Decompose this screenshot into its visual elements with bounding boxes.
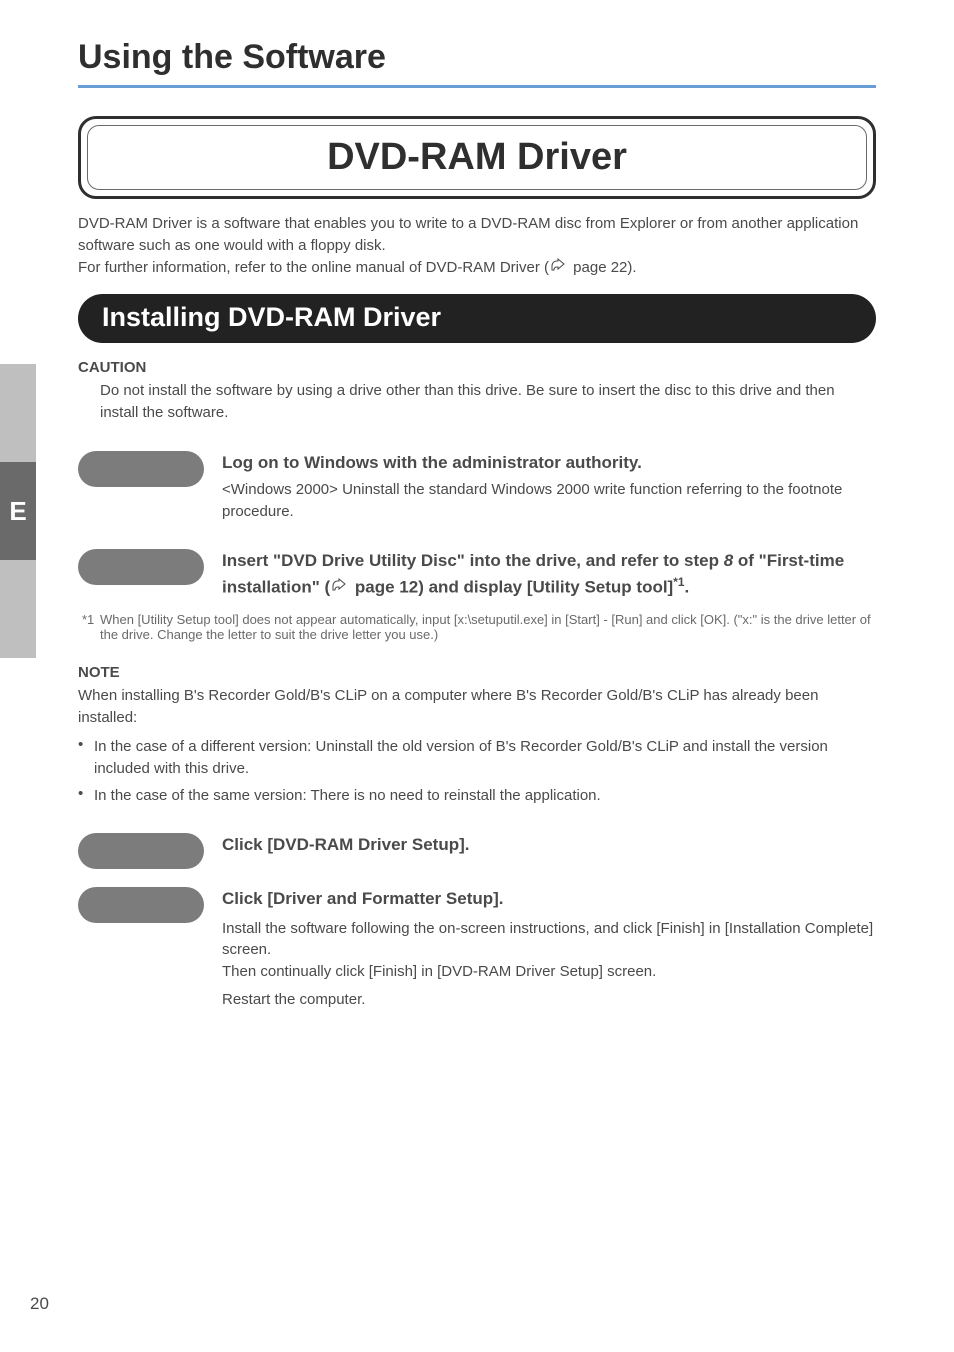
side-tab-e-label: E <box>9 496 26 527</box>
step-2-a: Insert "DVD Drive Utility Disc" into the… <box>222 551 724 570</box>
intro-part1: DVD-RAM Driver is a software that enable… <box>78 215 468 232</box>
step-2-b: 8 <box>724 551 733 570</box>
side-tab-lower <box>0 560 36 658</box>
step-2-f: . <box>684 577 689 596</box>
step-3-body: Click [DVD-RAM Driver Setup]. <box>222 833 469 858</box>
intro-emphasis: a DVD-RAM disc <box>468 215 581 232</box>
title-inner: DVD-RAM Driver <box>87 125 867 190</box>
caution-block: CAUTION Do not install the software by u… <box>78 357 876 425</box>
intro-paragraph: DVD-RAM Driver is a software that enable… <box>78 213 876 280</box>
step-2-body: Insert "DVD Drive Utility Disc" into the… <box>222 549 876 602</box>
note-body: When installing B's Recorder Gold/B's CL… <box>78 685 876 730</box>
footnote-1: *1 When [Utility Setup tool] does not ap… <box>82 612 876 642</box>
bullet-2-text: In the case of the same version: There i… <box>94 785 601 807</box>
side-tab-e: E <box>0 462 36 560</box>
bullet-1: • In the case of a different version: Un… <box>78 736 876 780</box>
section-heading: Installing DVD-RAM Driver <box>78 294 876 343</box>
step-4-line4: Restart the computer. <box>222 989 876 1011</box>
step-1-body: Log on to Windows with the administrator… <box>222 451 876 523</box>
step-4: Click [Driver and Formatter Setup]. Inst… <box>78 887 876 1011</box>
intro-part4: For further information, refer to the on… <box>78 259 549 276</box>
footnote-text: When [Utility Setup tool] does not appea… <box>100 612 876 642</box>
step-2-e: *1 <box>673 575 684 589</box>
title-text: DVD-RAM Driver <box>327 136 627 178</box>
step-4-badge <box>78 887 204 923</box>
bullet-1-text: In the case of a different version: Unin… <box>94 736 876 780</box>
note-heading: NOTE <box>78 664 876 681</box>
caution-body: Do not install the software by using a d… <box>100 380 876 425</box>
page-heading: Using the Software <box>78 38 876 77</box>
title-box: DVD-RAM Driver <box>78 116 876 199</box>
step-3: Click [DVD-RAM Driver Setup]. <box>78 833 876 869</box>
step-2: Insert "DVD Drive Utility Disc" into the… <box>78 549 876 602</box>
footnote-mark: *1 <box>82 612 100 642</box>
step-2-badge <box>78 549 204 585</box>
intro-part5: page 22). <box>569 259 637 276</box>
page-number: 20 <box>30 1294 49 1314</box>
bullet-2: • In the case of the same version: There… <box>78 785 876 807</box>
heading-rule <box>78 85 876 88</box>
step-3-badge <box>78 833 204 869</box>
side-tabs: E <box>0 364 36 658</box>
step-2-d: page 12) and display [Utility Setup tool… <box>350 577 673 596</box>
caution-title: CAUTION <box>78 357 876 380</box>
step-1-line1: Log on to Windows with the administrator… <box>222 453 642 472</box>
bullet-dot: • <box>78 736 94 780</box>
step-4-line3: Then continually click [Finish] in [DVD-… <box>222 961 876 983</box>
step-1: Log on to Windows with the administrator… <box>78 451 876 523</box>
side-tab-upper <box>0 364 36 462</box>
bullet-dot: • <box>78 785 94 807</box>
step-4-line1: Click [Driver and Formatter Setup]. <box>222 887 876 912</box>
step-4-line2: Install the software following the on-sc… <box>222 918 876 962</box>
step-4-body: Click [Driver and Formatter Setup]. Inst… <box>222 887 876 1011</box>
pointer-icon <box>330 577 350 602</box>
step-1-note: <Windows 2000> Uninstall the standard Wi… <box>222 479 876 523</box>
step-1-badge <box>78 451 204 487</box>
pointer-icon <box>549 258 569 281</box>
